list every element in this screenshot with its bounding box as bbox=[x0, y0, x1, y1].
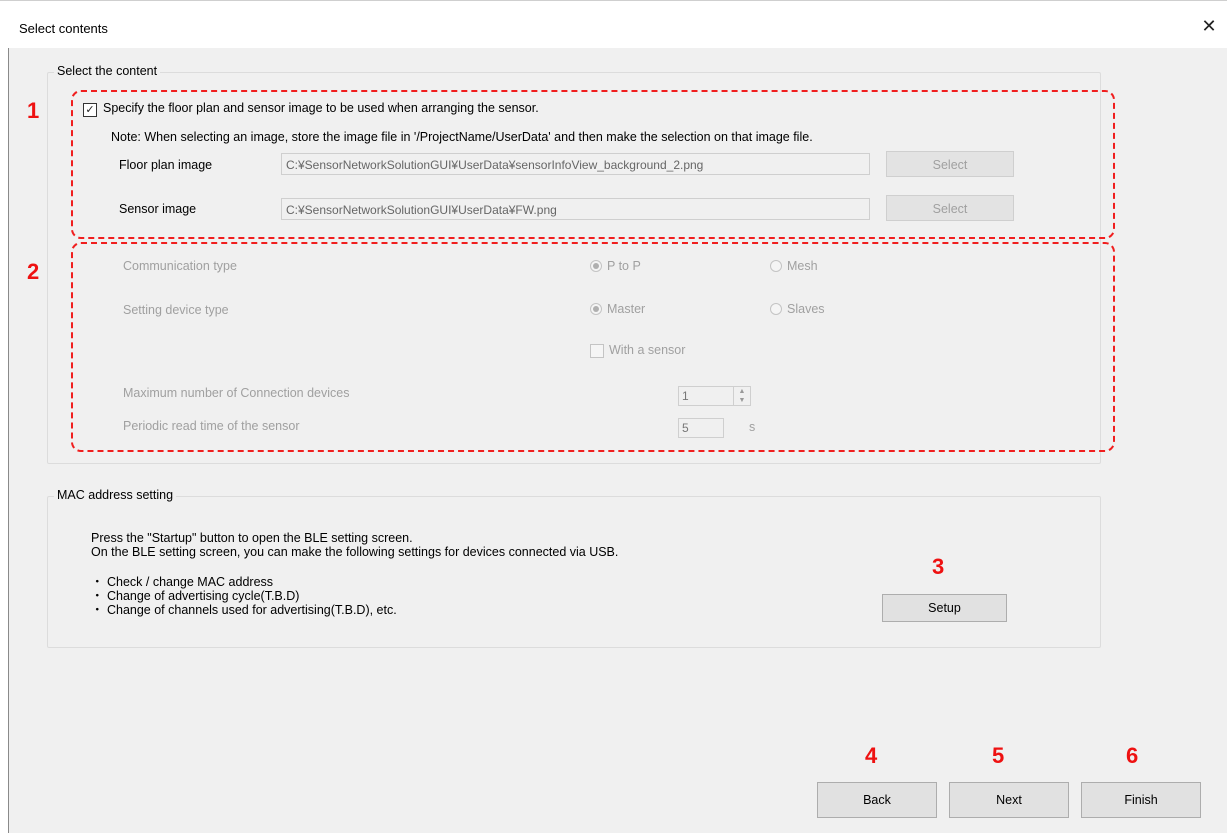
sensor-image-select-button[interactable]: Select bbox=[886, 195, 1014, 221]
sensor-image-path-field[interactable]: C:¥SensorNetworkSolutionGUI¥UserData¥FW.… bbox=[281, 198, 870, 220]
setup-button[interactable]: Setup bbox=[882, 594, 1007, 622]
with-sensor-checkbox[interactable] bbox=[590, 344, 604, 358]
master-label: Master bbox=[607, 302, 646, 316]
master-radio[interactable] bbox=[590, 303, 602, 315]
select-content-legend: Select the content bbox=[54, 64, 161, 78]
close-icon[interactable]: ✕ bbox=[1198, 15, 1220, 37]
with-sensor-label: With a sensor bbox=[609, 343, 686, 357]
annotation-number-2: 2 bbox=[27, 259, 40, 284]
slaves-label: Slaves bbox=[787, 302, 825, 316]
communication-type-label: Communication type bbox=[123, 259, 237, 273]
floor-plan-path-field[interactable]: C:¥SensorNetworkSolutionGUI¥UserData¥sen… bbox=[281, 153, 870, 175]
annotation-number-5: 5 bbox=[992, 743, 1005, 768]
back-button[interactable]: Back bbox=[817, 782, 937, 818]
next-button[interactable]: Next bbox=[949, 782, 1069, 818]
annotation-number-3: 3 bbox=[932, 554, 945, 579]
max-connection-value: 1 bbox=[682, 389, 689, 403]
annotation-number-4: 4 bbox=[865, 743, 878, 768]
note-text: Note: When selecting an image, store the… bbox=[111, 130, 813, 144]
mac-line-1: Press the "Startup" button to open the B… bbox=[91, 531, 413, 545]
slaves-radio[interactable] bbox=[770, 303, 782, 315]
annotation-number-1: 1 bbox=[27, 98, 40, 123]
mesh-radio[interactable] bbox=[770, 260, 782, 272]
p-to-p-label: P to P bbox=[607, 259, 641, 273]
mac-line-2: On the BLE setting screen, you can make … bbox=[91, 545, 619, 559]
specify-images-label: Specify the floor plan and sensor image … bbox=[103, 101, 539, 115]
mac-bullet-2: ・ Change of advertising cycle(T.B.D) bbox=[91, 589, 300, 603]
specify-images-checkbox[interactable]: ✓ bbox=[83, 103, 97, 117]
mac-address-legend: MAC address setting bbox=[54, 488, 177, 502]
max-connection-stepper[interactable]: 1 ▲ ▼ bbox=[678, 386, 751, 406]
dialog-client: Select the content ✓ Specify the floor p… bbox=[8, 48, 1227, 833]
periodic-read-label: Periodic read time of the sensor bbox=[123, 419, 300, 433]
sensor-image-label: Sensor image bbox=[119, 202, 197, 216]
periodic-read-field[interactable]: 5 bbox=[678, 418, 724, 438]
setting-device-type-label: Setting device type bbox=[123, 303, 229, 317]
annotation-number-6: 6 bbox=[1126, 743, 1139, 768]
max-connection-label: Maximum number of Connection devices bbox=[123, 386, 350, 400]
mac-bullet-1: ・ Check / change MAC address bbox=[91, 575, 274, 589]
floor-plan-label: Floor plan image bbox=[119, 158, 213, 172]
periodic-read-value: 5 bbox=[682, 421, 689, 435]
finish-button[interactable]: Finish bbox=[1081, 782, 1201, 818]
p-to-p-radio[interactable] bbox=[590, 260, 602, 272]
periodic-read-unit: s bbox=[749, 420, 756, 434]
mac-bullet-3: ・ Change of channels used for advertisin… bbox=[91, 603, 397, 617]
title-bar: Select contents ✕ bbox=[0, 0, 1227, 49]
floor-plan-select-button[interactable]: Select bbox=[886, 151, 1014, 177]
window-title: Select contents bbox=[19, 21, 108, 36]
mesh-label: Mesh bbox=[787, 259, 818, 273]
spin-arrows-icon[interactable]: ▲ ▼ bbox=[733, 387, 750, 405]
